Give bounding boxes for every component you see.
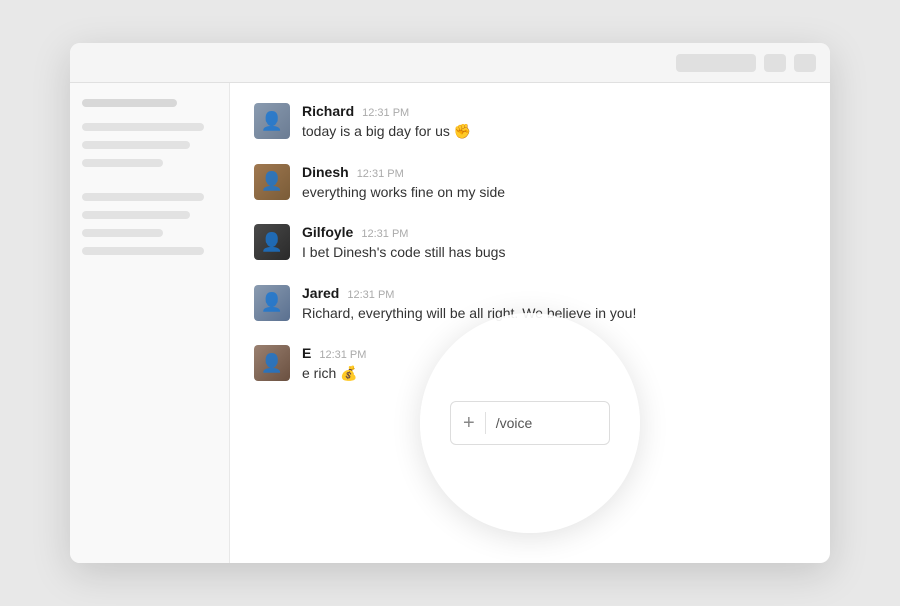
avatar: 👤 [254,103,290,139]
sidebar-item[interactable] [82,247,204,255]
sender-name: Gilfoyle [302,224,353,240]
message-row: 👤 Richard 12:31 PM today is a big day fo… [254,103,806,142]
avatar: 👤 [254,164,290,200]
titlebar [70,43,830,83]
sidebar-item[interactable] [82,229,163,237]
message-header: Richard 12:31 PM [302,103,806,119]
message-header: Gilfoyle 12:31 PM [302,224,806,240]
sender-name: E [302,345,311,361]
timestamp: 12:31 PM [357,168,404,180]
message-content: Gilfoyle 12:31 PM I bet Dinesh's code st… [302,224,806,263]
add-button[interactable]: + [463,413,475,433]
input-divider [485,412,486,434]
sender-name: Jared [302,285,339,301]
avatar: 👤 [254,285,290,321]
titlebar-btn-1[interactable] [764,54,786,72]
sidebar-item[interactable] [82,159,163,167]
sidebar-title [82,99,177,107]
timestamp: 12:31 PM [347,289,394,301]
zoom-overlay: + /voice [420,313,640,533]
chat-area: 👤 Richard 12:31 PM today is a big day fo… [230,83,830,563]
main-area: 👤 Richard 12:31 PM today is a big day fo… [70,83,830,563]
timestamp: 12:31 PM [362,107,409,119]
sidebar-item[interactable] [82,193,204,201]
titlebar-btn-2[interactable] [794,54,816,72]
timestamp: 12:31 PM [319,349,366,361]
message-row: 👤 Dinesh 12:31 PM everything works fine … [254,164,806,203]
message-text: I bet Dinesh's code still has bugs [302,243,806,263]
sender-name: Dinesh [302,164,349,180]
message-content: Dinesh 12:31 PM everything works fine on… [302,164,806,203]
sender-name: Richard [302,103,354,119]
search-bar-placeholder [676,54,756,72]
timestamp: 12:31 PM [361,228,408,240]
message-header: Dinesh 12:31 PM [302,164,806,180]
message-row: 👤 Gilfoyle 12:31 PM I bet Dinesh's code … [254,224,806,263]
sidebar [70,83,230,563]
voice-command-text: /voice [496,415,533,431]
sidebar-item[interactable] [82,211,190,219]
message-input-box[interactable]: + /voice [450,401,610,445]
sidebar-item[interactable] [82,123,204,131]
chat-window: 👤 Richard 12:31 PM today is a big day fo… [70,43,830,563]
sidebar-item[interactable] [82,141,190,149]
message-header: Jared 12:31 PM [302,285,806,301]
message-text: everything works fine on my side [302,183,806,203]
avatar: 👤 [254,224,290,260]
message-content: Richard 12:31 PM today is a big day for … [302,103,806,142]
message-text: today is a big day for us ✊ [302,122,806,142]
avatar: 👤 [254,345,290,381]
